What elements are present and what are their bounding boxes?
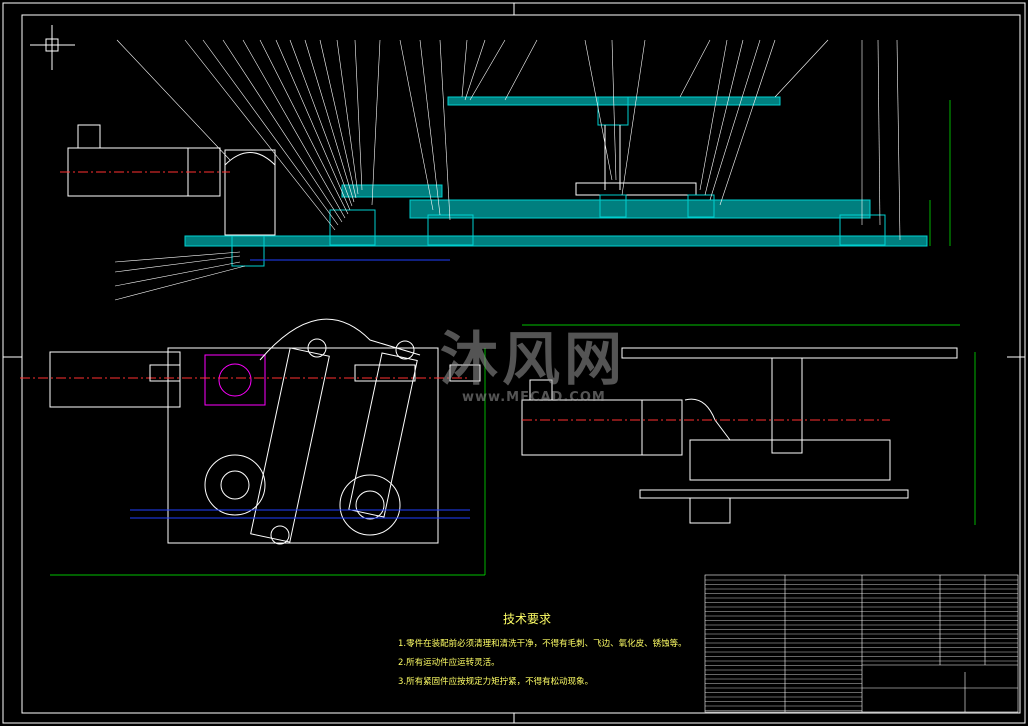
technical-requirement-note: 3.所有紧固件应按规定力矩拧紧，不得有松动现象。: [398, 677, 594, 687]
technical-requirement-note: 2.所有运动件应运转灵活。: [398, 658, 500, 668]
title-block-rows: [705, 579, 1018, 711]
watermark-brand: 沐风网: [440, 325, 627, 393]
technical-requirements-title: 技术要求: [503, 612, 552, 626]
front-elevation-view: [60, 39, 951, 301]
ucs-crosshair-icon: [30, 25, 75, 70]
technical-requirement-note: 1.零件在装配前必须清理和清洗干净，不得有毛刺、飞边、氧化皮、锈蚀等。: [398, 639, 687, 649]
title-block-table: [704, 574, 1019, 713]
plan-view: [20, 318, 486, 576]
watermark-url: www.MFCAD.COM: [462, 390, 606, 405]
